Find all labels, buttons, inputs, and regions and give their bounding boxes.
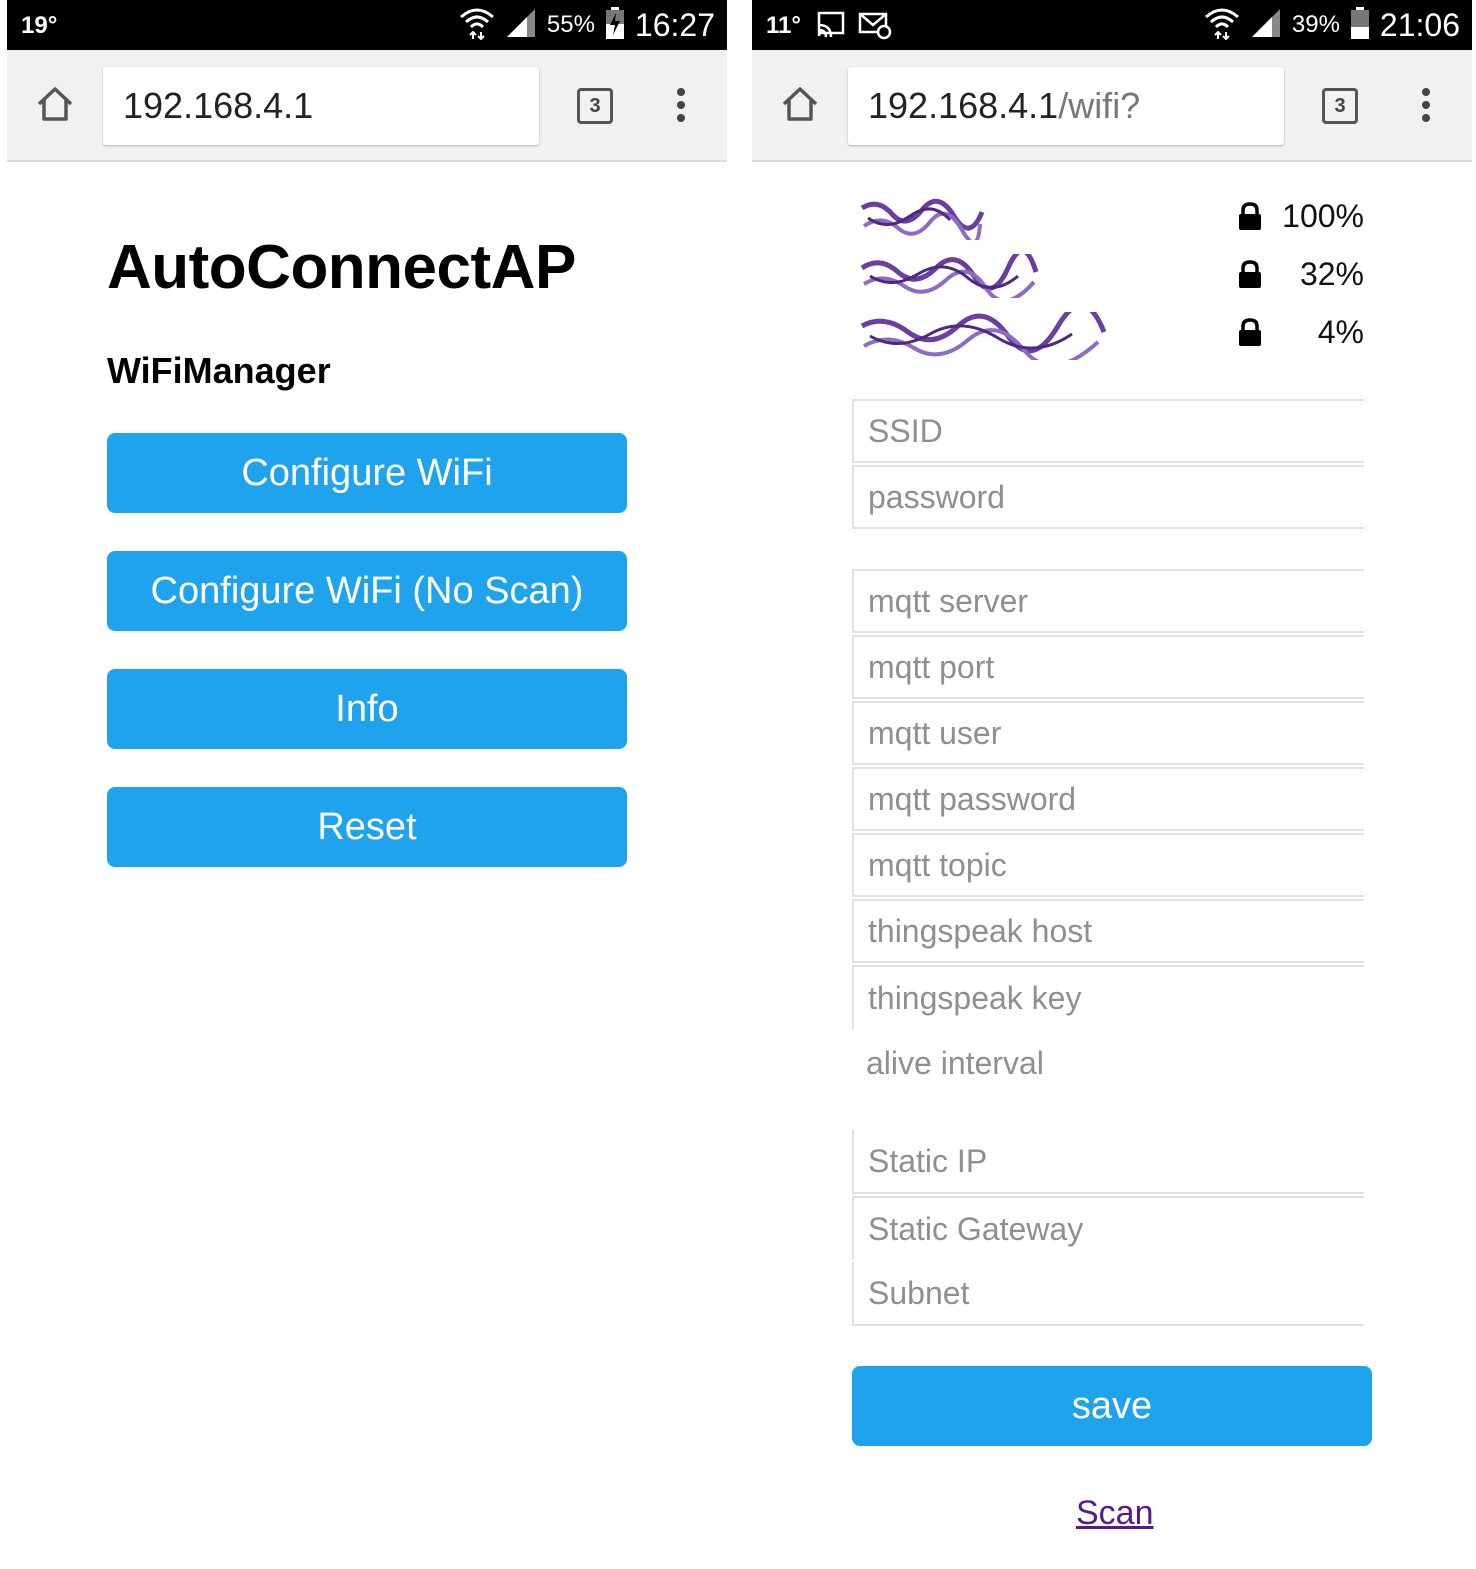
mqtt-server-field[interactable] [852,569,1364,633]
mqtt-password-field[interactable] [852,767,1364,831]
wifi-icon [459,6,495,45]
tab-switcher-button[interactable]: 3 [577,88,613,124]
mqtt-user-field[interactable] [852,701,1364,765]
mqtt-port-field[interactable] [852,635,1364,699]
alive-interval-field[interactable] [852,1031,1364,1095]
mqtt-topic-field[interactable] [852,833,1364,897]
url-host: 192.168.4.1 [868,85,1059,126]
static-ip-input[interactable] [854,1130,1364,1192]
address-bar[interactable]: 192.168.4.1 [103,67,539,145]
ssid-input[interactable] [854,401,1364,461]
left-phone-screen: 19° 55% 16:27 192.168.4.1 3 AutoConnectA… [7,0,727,1569]
subnet-input[interactable] [854,1262,1364,1324]
browser-toolbar: 192.168.4.1 3 [7,50,727,162]
info-button[interactable]: Info [107,669,627,749]
browser-toolbar: 192.168.4.1/wifi? 3 [752,50,1472,162]
ssid-field[interactable] [852,399,1364,463]
save-button[interactable]: save [852,1366,1372,1446]
home-icon[interactable] [780,84,820,124]
signal-strength: 100% [1282,198,1364,234]
subnet-field[interactable] [852,1262,1364,1326]
mqtt-user-input[interactable] [854,703,1364,763]
scan-link[interactable]: Scan [1076,1494,1154,1533]
network-row[interactable]: 100% [852,192,1364,245]
wifi-icon [1204,6,1240,45]
cell-signal-icon [505,7,537,44]
signal-strength: 4% [1317,314,1364,350]
battery-charging-icon [605,6,625,44]
battery-icon [1350,6,1370,44]
clock: 21:06 [1379,6,1460,43]
page-title: AutoConnectAP [107,233,576,302]
mail-at-icon [858,10,892,45]
static-gateway-field[interactable] [852,1196,1364,1260]
home-icon[interactable] [35,84,75,124]
clock: 16:27 [634,6,715,43]
battery-percent: 55% [546,11,595,38]
status-bar: 19° 55% 16:27 [7,0,727,50]
cell-signal-icon [1250,7,1282,44]
reset-button[interactable]: Reset [107,787,627,867]
redacted-ssid [858,303,1108,368]
redacted-ssid [858,196,986,245]
address-bar[interactable]: 192.168.4.1/wifi? [848,67,1284,145]
network-row[interactable]: 32% [852,248,1364,303]
overflow-menu-icon[interactable] [671,88,691,128]
password-field[interactable] [852,465,1364,529]
page-subtitle: WiFiManager [107,350,331,391]
thingspeak-host-field[interactable] [852,899,1364,963]
right-phone-screen: 11° 39% 21:06 192.168.4.1 /wifi? 3 100% … [752,0,1472,1569]
static-ip-field[interactable] [852,1130,1364,1194]
lock-icon [1238,202,1262,230]
redacted-ssid [858,248,1040,303]
static-gateway-input[interactable] [854,1198,1364,1260]
configure-wifi-no-scan-button[interactable]: Configure WiFi (No Scan) [107,551,627,631]
temperature-readout: 11° [766,12,801,39]
overflow-menu-icon[interactable] [1416,88,1436,128]
url-path: /wifi? [1058,85,1141,126]
configure-wifi-button[interactable]: Configure WiFi [107,433,627,513]
lock-icon [1238,318,1262,346]
battery-percent: 39% [1291,11,1340,38]
lock-icon [1238,260,1262,288]
cast-icon [816,10,846,45]
status-bar: 11° 39% 21:06 [752,0,1472,50]
temperature-readout: 19° [21,12,58,39]
thingspeak-host-input[interactable] [854,901,1364,961]
password-input[interactable] [854,467,1364,527]
mqtt-password-input[interactable] [854,769,1364,829]
mqtt-topic-input[interactable] [854,835,1364,895]
signal-strength: 32% [1299,256,1364,292]
mqtt-port-input[interactable] [854,637,1364,697]
url-host: 192.168.4.1 [123,85,314,126]
thingspeak-key-input[interactable] [854,967,1364,1029]
network-row[interactable]: 4% [852,303,1364,368]
thingspeak-key-field[interactable] [852,965,1364,1029]
alive-interval-input[interactable] [852,1031,1364,1095]
tab-switcher-button[interactable]: 3 [1322,88,1358,124]
mqtt-server-input[interactable] [854,571,1364,631]
